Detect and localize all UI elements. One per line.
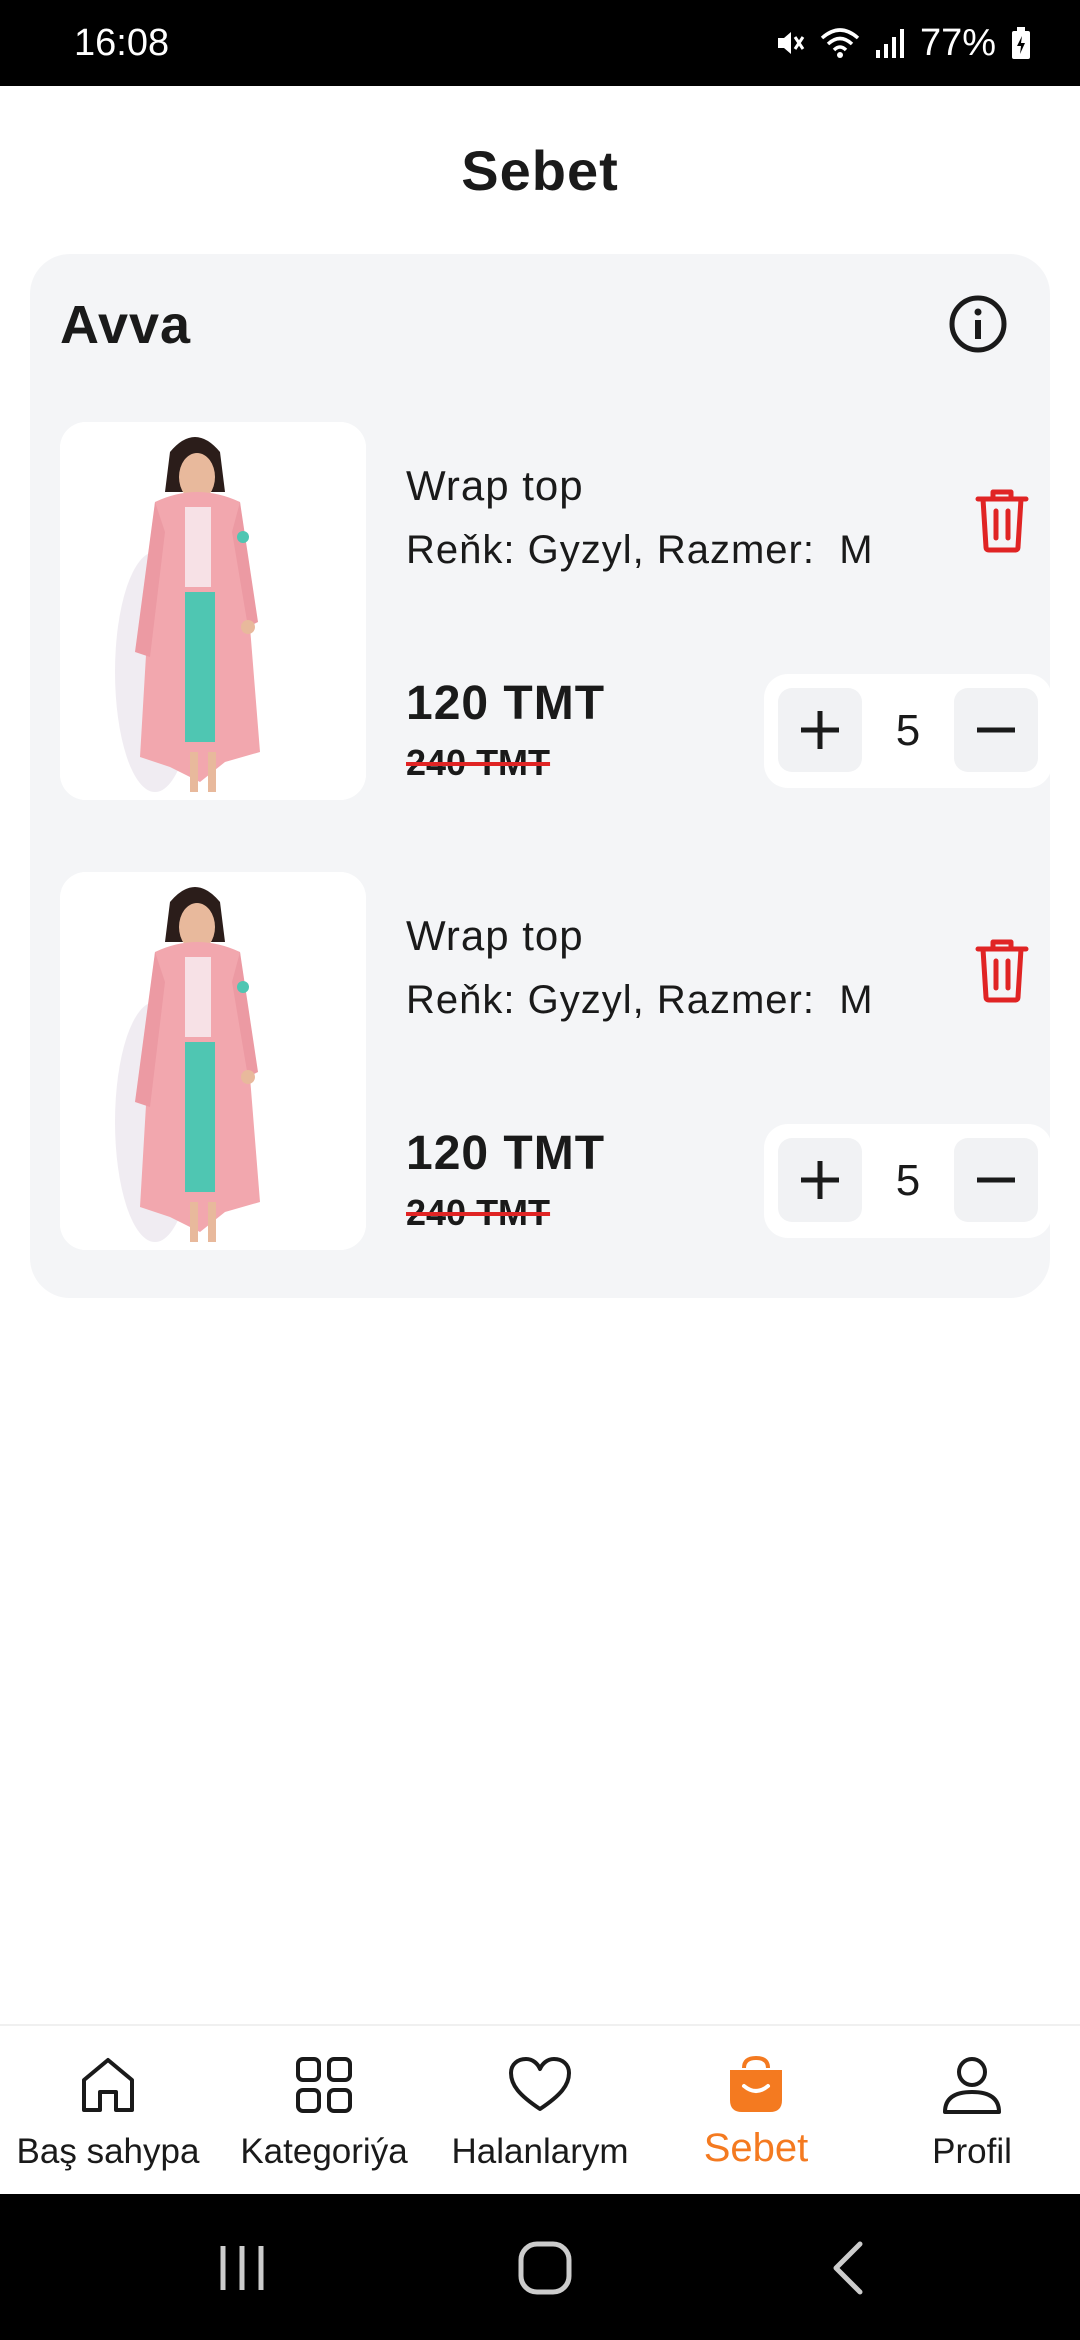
status-icons: 77% [772,22,1032,65]
price: 120 TMT [406,677,606,730]
minus-icon [977,727,1015,733]
home-circle-icon [518,2241,572,2295]
cart-item: Wrap top Reňk: Gyzyl, Razmer: M 120 TMT … [60,422,1052,802]
store-card: Avva Wrap top Reňk: Gyzyl, Razmer: M 120… [30,254,1052,1298]
old-price: 240 TMT [406,1192,551,1233]
nav-label: Halanlarym [451,2132,629,2171]
bottom-nav: Baş sahypa Kategoriýa Halanlarym Sebet P… [0,2024,1080,2194]
cart-item: Wrap top Reňk: Gyzyl, Razmer: M 120 TMT … [60,872,1052,1252]
nav-label: Profil [932,2132,1012,2171]
status-bar: 16:08 77% [0,0,1080,86]
wifi-icon [820,28,860,58]
back-icon [833,2241,863,2295]
recents-icon [220,2246,264,2290]
plus-icon [801,711,839,749]
quantity-stepper: 5 [764,674,1052,788]
old-price: 240 TMT [406,742,551,783]
user-icon [943,2057,1001,2114]
product-photo [60,872,366,1250]
product-photo [60,422,366,800]
delete-button[interactable] [970,934,1034,1006]
quantity-value: 5 [895,706,921,755]
battery-icon [1012,27,1030,59]
decrease-button[interactable] [954,688,1038,772]
plus-icon [801,1161,839,1199]
info-button[interactable] [946,292,1010,356]
increase-button[interactable] [778,688,862,772]
info-icon [949,295,1007,353]
nav-item-cart[interactable]: Sebet [648,2026,864,2196]
product-image[interactable] [60,422,366,800]
nav-item-home[interactable]: Baş sahypa [0,2026,216,2196]
increase-button[interactable] [778,1138,862,1222]
nav-label: Sebet [703,2126,809,2170]
product-name: Wrap top [406,462,584,509]
product-variant: Reňk: Gyzyl, Razmer: M [406,528,874,572]
nav-item-favorites[interactable]: Halanlarym [432,2026,648,2196]
nav-label: Baş sahypa [16,2132,200,2171]
nav-item-categories[interactable]: Kategoriýa [216,2026,432,2196]
trash-icon [975,489,1029,553]
system-nav-bar [0,2194,1080,2340]
back-button[interactable] [808,2238,888,2298]
grid-icon [296,2057,352,2113]
signal-icon [875,29,904,58]
nav-item-profile[interactable]: Profil [864,2026,1080,2196]
delete-button[interactable] [970,484,1034,556]
status-time: 16:08 [74,21,170,64]
trash-icon [975,939,1029,1003]
page-title: Sebet [461,138,619,202]
quantity-value: 5 [895,1156,921,1205]
product-name: Wrap top [406,912,584,959]
store-name: Avva [60,295,192,355]
minus-icon [977,1177,1015,1183]
battery-percent: 77% [919,21,996,64]
mute-icon [777,32,805,54]
recents-button[interactable] [202,2238,282,2298]
home-icon [82,2058,134,2112]
product-image[interactable] [60,872,366,1250]
heart-icon [509,2057,571,2111]
quantity-stepper: 5 [764,1124,1052,1238]
basket-icon [730,2055,782,2112]
home-system-button[interactable] [505,2238,585,2298]
decrease-button[interactable] [954,1138,1038,1222]
price: 120 TMT [406,1127,606,1180]
nav-label: Kategoriýa [240,2132,408,2171]
product-variant: Reňk: Gyzyl, Razmer: M [406,978,874,1022]
